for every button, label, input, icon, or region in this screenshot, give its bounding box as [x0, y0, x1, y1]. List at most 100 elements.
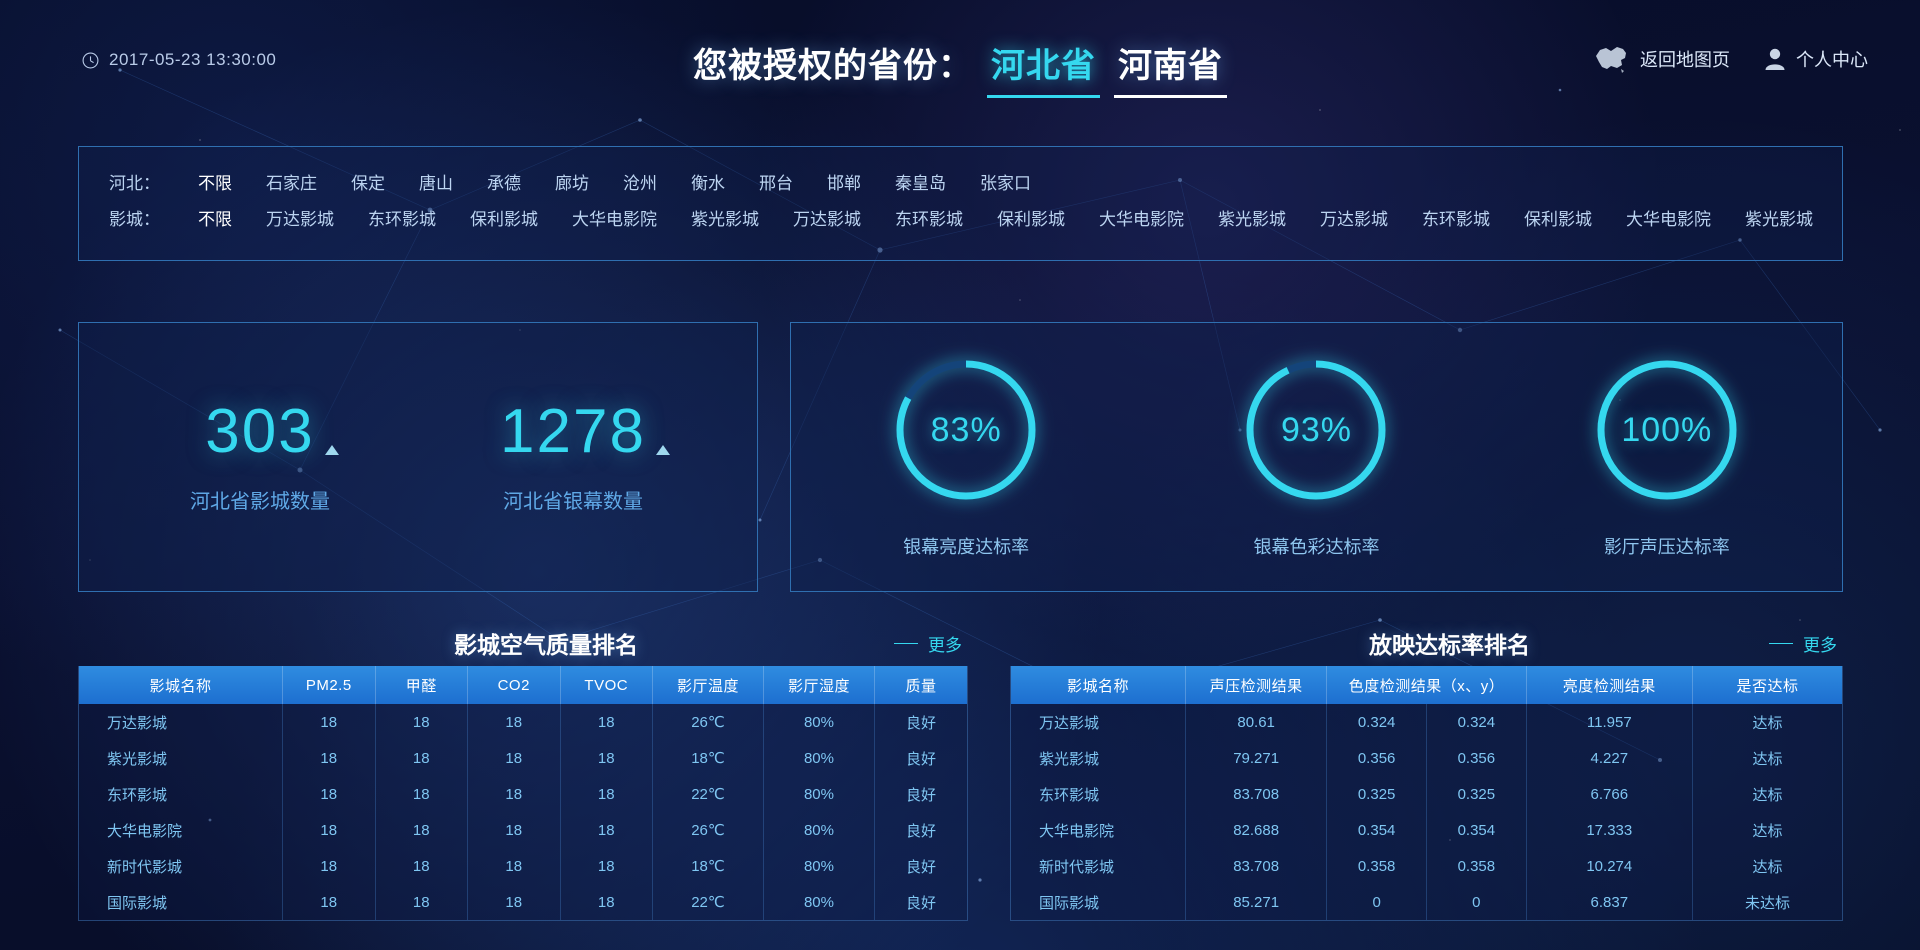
cell-temperature: 22℃: [652, 776, 764, 812]
table-row[interactable]: 东环影城 83.708 0.325 0.325 6.766 达标: [1011, 776, 1842, 812]
projection-title: 放映达标率排名: [1369, 632, 1530, 658]
th-pm25: PM2.5: [282, 666, 376, 704]
filter-option-city-4[interactable]: 承德: [470, 167, 538, 196]
air-quality-more-link[interactable]: 更多: [894, 631, 968, 656]
cell-formaldehyde: 18: [375, 884, 468, 920]
air-quality-table-body: 万达影城 18 18 18 18 26℃ 80% 良好 紫光影城 18 18 1…: [79, 704, 967, 920]
table-header-row: 影城名称 PM2.5 甲醛 CO2 TVOC 影厅温度 影厅湿度 质量: [79, 666, 967, 704]
filter-option-city-2[interactable]: 保定: [334, 167, 402, 196]
projection-table: 影城名称 声压检测结果 色度检测结果（x、y） 亮度检测结果 是否达标 万达影城…: [1011, 666, 1842, 920]
stat-cinema-count-label: 河北省影城数量: [190, 490, 331, 513]
cell-is-qualified: 达标: [1752, 858, 1783, 876]
cell-pm25: 18: [282, 704, 376, 740]
cell-cinema-name: 万达影城: [79, 704, 283, 740]
th-sound-pressure: 声压检测结果: [1185, 666, 1328, 704]
table-row[interactable]: 新时代影城 18 18 18 18 18℃ 80% 良好: [79, 848, 967, 884]
table-row[interactable]: 东环影城 18 18 18 18 22℃ 80% 良好: [79, 776, 967, 812]
filter-option-cinema-15[interactable]: 紫光影城: [1728, 203, 1830, 232]
cell-brightness: 17.333: [1526, 812, 1693, 848]
filter-option-cinema-4[interactable]: 大华电影院: [555, 203, 674, 232]
filter-options-city: 不限 石家庄 保定 唐山 承德 廊坊 沧州 衡水 邢台 邯郸 秦皇岛 张家口: [181, 167, 1048, 196]
filter-option-cinema-7[interactable]: 东环影城: [878, 203, 980, 232]
cell-quality: 良好: [905, 894, 936, 912]
filter-option-cinema-13[interactable]: 保利影城: [1507, 203, 1609, 232]
cell-formaldehyde: 18: [375, 704, 468, 740]
filter-panel: 河北： 不限 石家庄 保定 唐山 承德 廊坊 沧州 衡水 邢台 邯郸 秦皇岛 张…: [78, 146, 1843, 261]
filter-row-cinema: 影城： 不限 万达影城 东环影城 保利影城 大华电影院 紫光影城 万达影城 东环…: [79, 199, 1842, 235]
cell-humidity: 80%: [763, 776, 875, 812]
table-row[interactable]: 新时代影城 83.708 0.358 0.358 10.274 达标: [1011, 848, 1842, 884]
cell-cinema-name: 国际影城: [79, 884, 283, 920]
table-header-row: 影城名称 声压检测结果 色度检测结果（x、y） 亮度检测结果 是否达标: [1011, 666, 1842, 704]
filter-option-cinema-1[interactable]: 万达影城: [249, 203, 351, 232]
filter-option-city-7[interactable]: 衡水: [674, 167, 742, 196]
filter-option-city-11[interactable]: 张家口: [963, 167, 1048, 196]
cell-quality: 良好: [905, 714, 936, 732]
th-humidity: 影厅湿度: [763, 666, 875, 704]
cell-temperature: 18℃: [652, 848, 764, 884]
table-row[interactable]: 国际影城 85.271 0 0 6.837 未达标: [1011, 884, 1842, 920]
projection-more-label: 更多: [1803, 635, 1837, 655]
cell-is-qualified: 达标: [1752, 786, 1783, 804]
filter-option-city-8[interactable]: 邢台: [742, 167, 810, 196]
cell-formaldehyde: 18: [375, 740, 468, 776]
filter-option-cinema-12[interactable]: 东环影城: [1405, 203, 1507, 232]
cell-pm25: 18: [282, 812, 376, 848]
th-chromaticity: 色度检测结果（x、y）: [1326, 666, 1527, 704]
province-tab-henan[interactable]: 河南省: [1114, 38, 1227, 98]
filter-option-city-5[interactable]: 廊坊: [538, 167, 606, 196]
gauge-color-label: 银幕色彩达标率: [1253, 537, 1380, 557]
gauge-brightness-ring: 83%: [891, 355, 1041, 505]
cell-quality: 良好: [905, 822, 936, 840]
cell-tvoc: 18: [560, 740, 653, 776]
filter-option-cinema-3[interactable]: 保利影城: [453, 203, 555, 232]
filter-option-city-1[interactable]: 石家庄: [249, 167, 334, 196]
table-row[interactable]: 万达影城 18 18 18 18 26℃ 80% 良好: [79, 704, 967, 740]
filter-option-city-3[interactable]: 唐山: [402, 167, 470, 196]
cell-pm25: 18: [282, 884, 376, 920]
filter-option-cinema-5[interactable]: 紫光影城: [674, 203, 776, 232]
trend-up-icon: [324, 444, 339, 455]
cell-is-qualified: 未达标: [1744, 894, 1790, 912]
province-tab-hebei[interactable]: 河北省: [987, 38, 1100, 98]
cell-temperature: 26℃: [652, 704, 764, 740]
filter-option-city-0[interactable]: 不限: [181, 167, 249, 196]
cell-chromaticity-x: 0.325: [1326, 776, 1427, 812]
filter-label-city: 河北：: [109, 173, 160, 193]
table-row[interactable]: 大华电影院 18 18 18 18 26℃ 80% 良好: [79, 812, 967, 848]
cell-sound-pressure: 82.688: [1185, 812, 1328, 848]
table-row[interactable]: 紫光影城 79.271 0.356 0.356 4.227 达标: [1011, 740, 1842, 776]
table-row[interactable]: 国际影城 18 18 18 18 22℃ 80% 良好: [79, 884, 967, 920]
filter-option-cinema-11[interactable]: 万达影城: [1303, 203, 1405, 232]
filter-option-city-9[interactable]: 邯郸: [810, 167, 878, 196]
cell-sound-pressure: 83.708: [1185, 848, 1328, 884]
stat-screen-count-value: 1278: [500, 396, 646, 466]
gauge-color: 93% 银幕色彩达标率: [1241, 355, 1391, 559]
filter-option-cinema-10[interactable]: 紫光影城: [1201, 203, 1303, 232]
cell-pm25: 18: [282, 740, 376, 776]
cell-humidity: 80%: [763, 848, 875, 884]
projection-more-link[interactable]: 更多: [1769, 631, 1843, 656]
filter-option-cinema-14[interactable]: 大华电影院: [1609, 203, 1728, 232]
filter-row-city: 河北： 不限 石家庄 保定 唐山 承德 廊坊 沧州 衡水 邢台 邯郸 秦皇岛 张…: [79, 163, 1842, 199]
projection-section: 放映达标率排名 更多 影城名称 声压检测结果 色度检测结果（x、y） 亮度检测结…: [1010, 620, 1843, 921]
projection-table-body: 万达影城 80.61 0.324 0.324 11.957 达标 紫光影城 79…: [1011, 704, 1842, 920]
cell-brightness: 10.274: [1526, 848, 1693, 884]
table-row[interactable]: 万达影城 80.61 0.324 0.324 11.957 达标: [1011, 704, 1842, 740]
cell-chromaticity-y: 0: [1426, 884, 1527, 920]
filter-option-cinema-9[interactable]: 大华电影院: [1082, 203, 1201, 232]
filter-option-cinema-0[interactable]: 不限: [181, 203, 249, 232]
filter-option-city-10[interactable]: 秦皇岛: [878, 167, 963, 196]
cell-chromaticity-y: 0.325: [1426, 776, 1527, 812]
back-to-map-button[interactable]: 返回地图页: [1592, 44, 1730, 74]
filter-option-city-6[interactable]: 沧州: [606, 167, 674, 196]
stat-cinema-count: 303 河北省影城数量: [190, 400, 339, 514]
filter-option-cinema-8[interactable]: 保利影城: [980, 203, 1082, 232]
filter-option-cinema-6[interactable]: 万达影城: [776, 203, 878, 232]
filter-option-cinema-2[interactable]: 东环影城: [351, 203, 453, 232]
cell-chromaticity-x: 0.356: [1326, 740, 1427, 776]
table-row[interactable]: 大华电影院 82.688 0.354 0.354 17.333 达标: [1011, 812, 1842, 848]
table-row[interactable]: 紫光影城 18 18 18 18 18℃ 80% 良好: [79, 740, 967, 776]
user-center-button[interactable]: 个人中心: [1764, 46, 1868, 72]
cell-quality: 良好: [905, 858, 936, 876]
